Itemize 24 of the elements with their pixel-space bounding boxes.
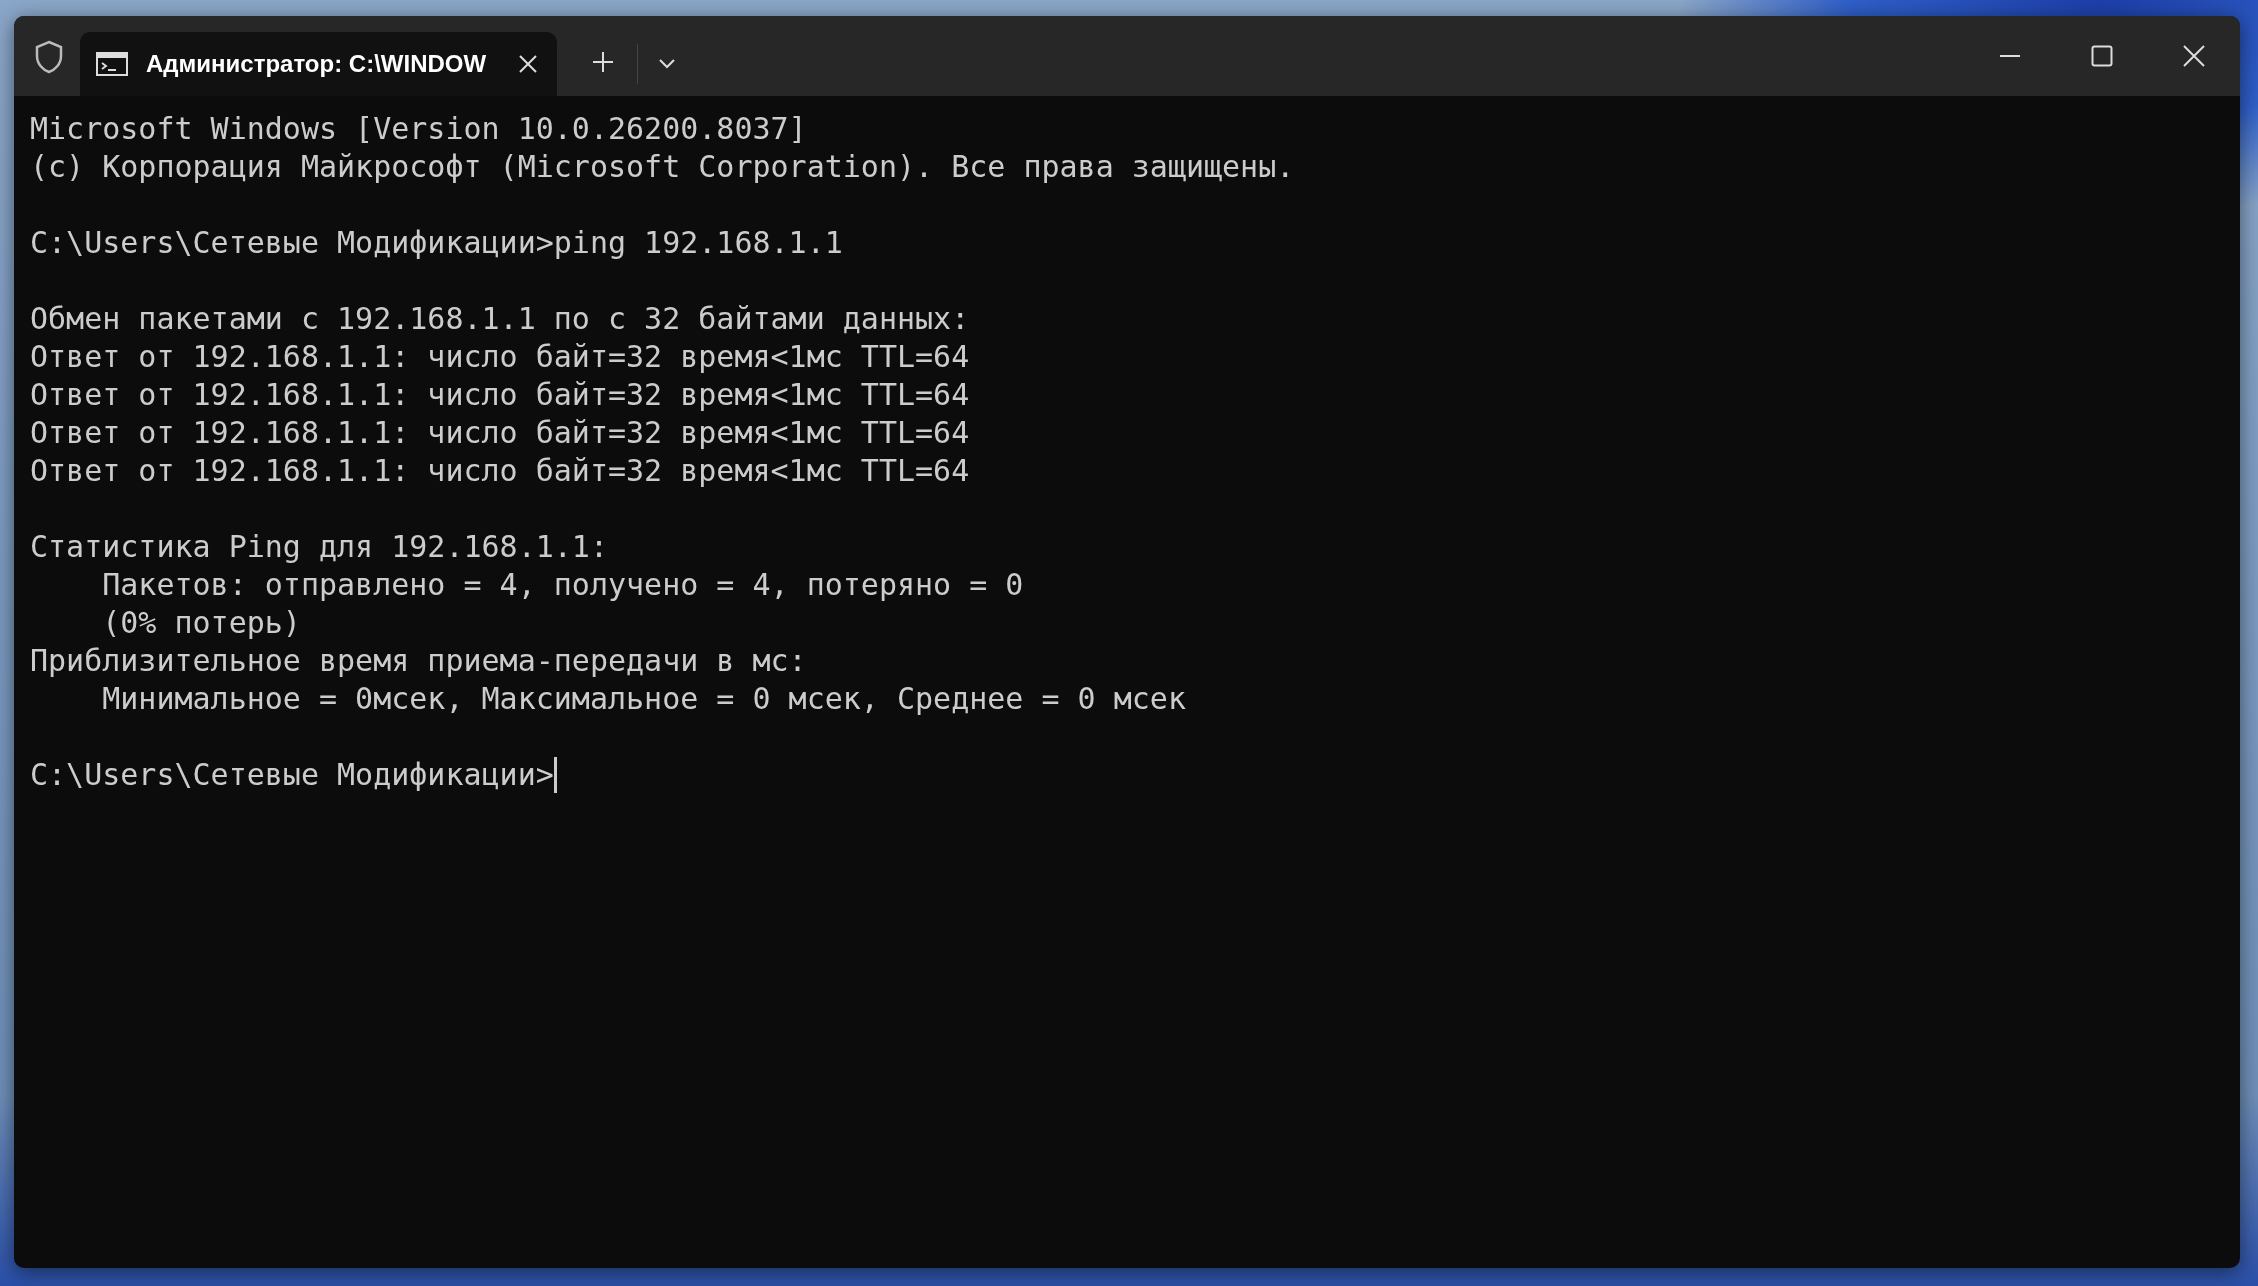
console-line: Приблизительное время приема-передачи в мс: [30,642,807,680]
console-line: Минимальное = 0мсек, Максимальное = 0 мсек, Среднее = 0 мсек [101,680,1186,718]
console-line: Обмен пакетами с 192.168.1.1 по с 32 байтами данных: [30,300,970,338]
tab-title: Администратор: C:\WINDOW [146,50,488,78]
new-tab-button[interactable] [591,50,615,74]
dropdown-button[interactable] [658,58,676,70]
console-line: C:\Users\Сетевые Модификации>ping 192.168.1.1 [30,224,843,262]
command-prompt: C:\Users\Сетевые Модификации> [30,756,554,794]
console-line: (0% потерь) [101,604,301,642]
shield-icon [34,40,64,74]
console-icon [96,52,128,76]
tab[interactable]: Администратор: C:\WINDOW [80,32,557,96]
console-line: Ответ от 192.168.1.1: число байт=32 время<1мс TTL=64 [30,338,970,376]
console-line: Ответ от 192.168.1.1: число байт=32 время<1мс TTL=64 [30,376,970,414]
console-line: Ответ от 192.168.1.1: число байт=32 время<1мс TTL=64 [30,452,970,490]
console-line: Статистика Ping для 192.168.1.1: [30,528,608,566]
close-icon [2183,45,2205,67]
console-line: Ответ от 192.168.1.1: число байт=32 время<1мс TTL=64 [30,414,970,452]
console-line: Пакетов: отправлено = 4, получено = 4, потеряно = 0 [101,566,1024,604]
console-line: (c) Корпорация Майкрософт (Microsoft Corporation). Все права защищены. [30,148,1295,186]
minimize-icon [1999,54,2021,58]
close-tab-button[interactable] [517,53,539,75]
console-line: Microsoft Windows [Version 10.0.26200.8037] [30,110,807,148]
maximize-icon [2091,45,2113,67]
